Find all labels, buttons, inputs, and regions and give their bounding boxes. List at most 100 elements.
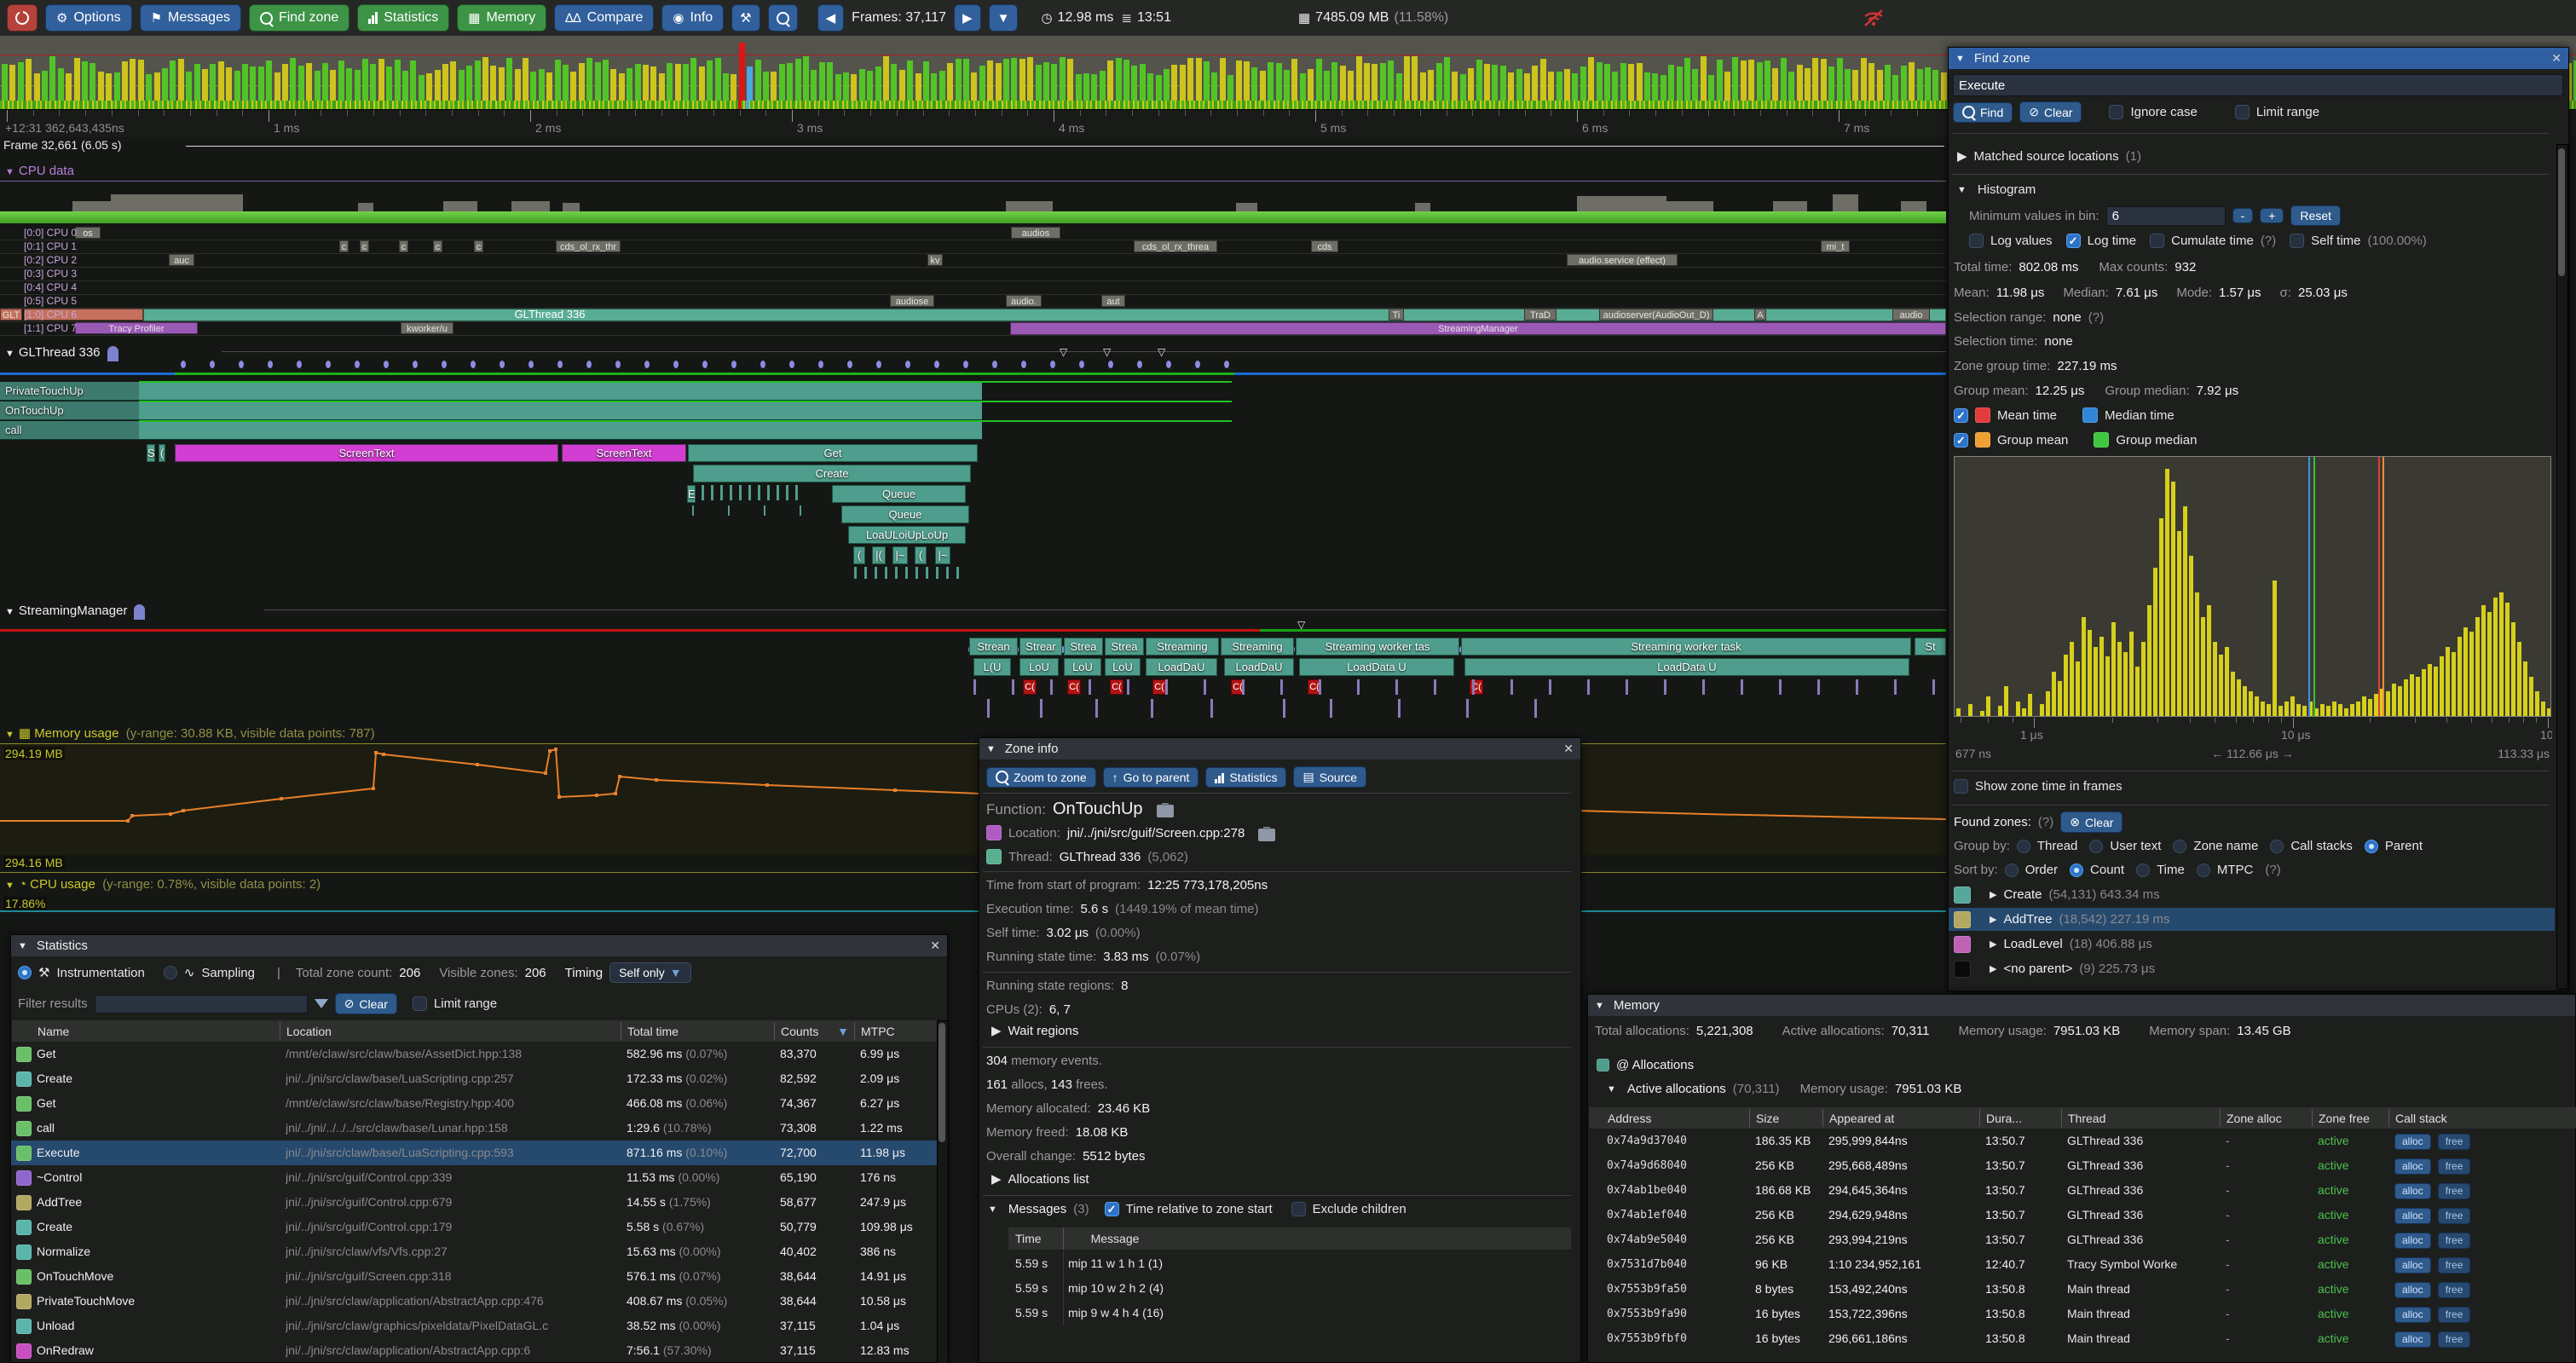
cpu-zone-chip[interactable]: auc (169, 254, 194, 266)
frame-bar[interactable] (683, 64, 689, 101)
alloc-button[interactable]: alloc (2394, 1208, 2431, 1224)
frame-bar[interactable] (1845, 69, 1851, 101)
cumulate-time-checkbox[interactable] (2150, 234, 2164, 248)
frame-bar[interactable] (1100, 71, 1106, 101)
frame-bar[interactable] (859, 69, 865, 101)
free-button[interactable]: free (2438, 1208, 2471, 1224)
frame-bar[interactable] (1492, 65, 1498, 101)
frame-bar[interactable] (1588, 57, 1594, 101)
frame-bar[interactable] (795, 59, 801, 101)
frame-bar[interactable] (939, 71, 945, 101)
frame-bar[interactable] (378, 59, 384, 101)
frame-bar[interactable] (1781, 58, 1787, 101)
zone-loaddata[interactable]: L(U (973, 658, 1011, 676)
frame-bar[interactable] (362, 59, 368, 101)
frame-bar[interactable] (1877, 70, 1883, 101)
find-zone-scrollbar[interactable] (2556, 144, 2568, 990)
frame-bar[interactable] (490, 66, 496, 101)
frame-bar[interactable] (442, 64, 448, 101)
free-button[interactable]: free (2438, 1257, 2471, 1273)
frame-menu-button[interactable]: ▼ (989, 4, 1019, 32)
histogram-section[interactable]: ▼Histogram (1957, 182, 2036, 197)
memory-table-header[interactable]: Address Size Appeared at Dura... Thread … (1589, 1107, 2576, 1129)
next-frame-button[interactable]: ▶ (954, 4, 981, 32)
cpu-zone-chip[interactable]: audios (1011, 227, 1060, 239)
legend-checkbox[interactable] (1954, 408, 1968, 423)
help-icon[interactable]: (?) (2088, 310, 2104, 325)
frame-bar[interactable] (426, 73, 432, 101)
matched-source-locations[interactable]: ▶Matched source locations(1) (1957, 148, 2141, 164)
frame-bar[interactable] (650, 66, 656, 101)
cpu-zone-chip[interactable]: audiose (890, 295, 934, 307)
zone-|([interactable]: |( (872, 546, 886, 564)
zone-streaming-worker[interactable]: Strea (1105, 638, 1144, 656)
frame-bar[interactable] (947, 63, 953, 101)
frame-bar[interactable] (1019, 59, 1025, 101)
statistics-table-header[interactable]: Name Location Total time Counts ▼ MTPC (12, 1020, 938, 1042)
frame-bar[interactable] (1436, 63, 1442, 101)
frame-bar[interactable] (931, 73, 937, 101)
help-icon[interactable]: (?) (2261, 234, 2276, 248)
frame-bar[interactable] (1572, 73, 1578, 101)
frame-bar[interactable] (306, 63, 312, 101)
frame-bar[interactable] (1180, 65, 1186, 101)
frame-bar[interactable] (315, 71, 321, 101)
zone-loaddata[interactable]: LoadData U (1299, 658, 1454, 676)
frame-bar[interactable] (1364, 63, 1370, 101)
allocations-section[interactable]: @ Allocations (1597, 1058, 1694, 1072)
frame-bar[interactable] (907, 61, 913, 101)
alloc-button[interactable]: alloc (2394, 1257, 2431, 1273)
frame-bar[interactable] (715, 58, 721, 101)
sort-by-radio-mtpc[interactable] (2197, 863, 2210, 877)
sort-by-radio-order[interactable] (2005, 863, 2019, 877)
frame-bar[interactable] (595, 62, 601, 101)
frame-bar[interactable] (1428, 70, 1434, 101)
frame-bar[interactable] (330, 70, 336, 101)
frame-bar[interactable] (1131, 66, 1137, 101)
frame-bar[interactable] (242, 64, 248, 101)
frame-bar[interactable] (9, 65, 15, 101)
sort-by-radio-count[interactable] (2070, 863, 2083, 877)
frame-bar[interactable] (1557, 72, 1562, 101)
frame-bar[interactable] (138, 60, 144, 101)
frame-bar[interactable] (1901, 66, 1907, 101)
info-button[interactable]: ◉Info (661, 4, 724, 32)
frame-bar[interactable] (915, 73, 921, 101)
frame-bar[interactable] (1909, 62, 1915, 101)
frame-bar[interactable] (1260, 71, 1266, 101)
cpu-zone-chip[interactable]: audio.service (effect) (1567, 254, 1678, 266)
frame-bar[interactable] (1812, 58, 1818, 101)
cpu-zone-chip[interactable]: TraD (1524, 309, 1557, 321)
frame-bar[interactable] (1468, 68, 1474, 101)
clipboard-icon[interactable] (1258, 829, 1275, 841)
statistics-row[interactable]: PrivateTouchMovejni/../jni/src/claw/appl… (11, 1289, 937, 1314)
frame-bar[interactable] (563, 65, 569, 101)
zone-streaming-worker[interactable]: Streaming (1221, 638, 1294, 656)
free-button[interactable]: free (2438, 1331, 2471, 1348)
frame-bar[interactable] (755, 60, 761, 101)
frame-bar[interactable] (1516, 69, 1522, 101)
zone-([interactable]: ( (159, 444, 165, 462)
free-button[interactable]: free (2438, 1233, 2471, 1249)
frame-bar[interactable] (250, 66, 256, 101)
frame-bar[interactable] (1724, 72, 1730, 101)
zone-([interactable]: ( (915, 546, 927, 564)
frame-marker-icon[interactable]: ▽ (1060, 346, 1067, 358)
frame-bar[interactable] (690, 58, 696, 101)
group-by-radio-thread[interactable] (2017, 840, 2030, 853)
frame-bar[interactable] (1276, 63, 1282, 101)
frame-bar[interactable] (1620, 63, 1626, 101)
frame-bar[interactable] (819, 62, 825, 101)
frame-bar[interactable] (346, 68, 352, 101)
free-button[interactable]: free (2438, 1158, 2471, 1175)
frame-bar[interactable] (1116, 58, 1122, 101)
frame-bar[interactable] (1164, 69, 1170, 101)
frame-bar[interactable] (2, 64, 8, 101)
group-by-radio-call-stacks[interactable] (2270, 840, 2284, 853)
frame-bar[interactable] (90, 63, 95, 101)
cpu-zone-chip[interactable]: audioserver(AudioOut_D) (1599, 309, 1713, 321)
frame-bar[interactable] (1708, 75, 1714, 101)
frame-bar[interactable] (506, 58, 512, 101)
zone-streaming-worker[interactable]: Strear (1019, 638, 1062, 656)
scrollbar-thumb[interactable] (939, 1023, 945, 1142)
